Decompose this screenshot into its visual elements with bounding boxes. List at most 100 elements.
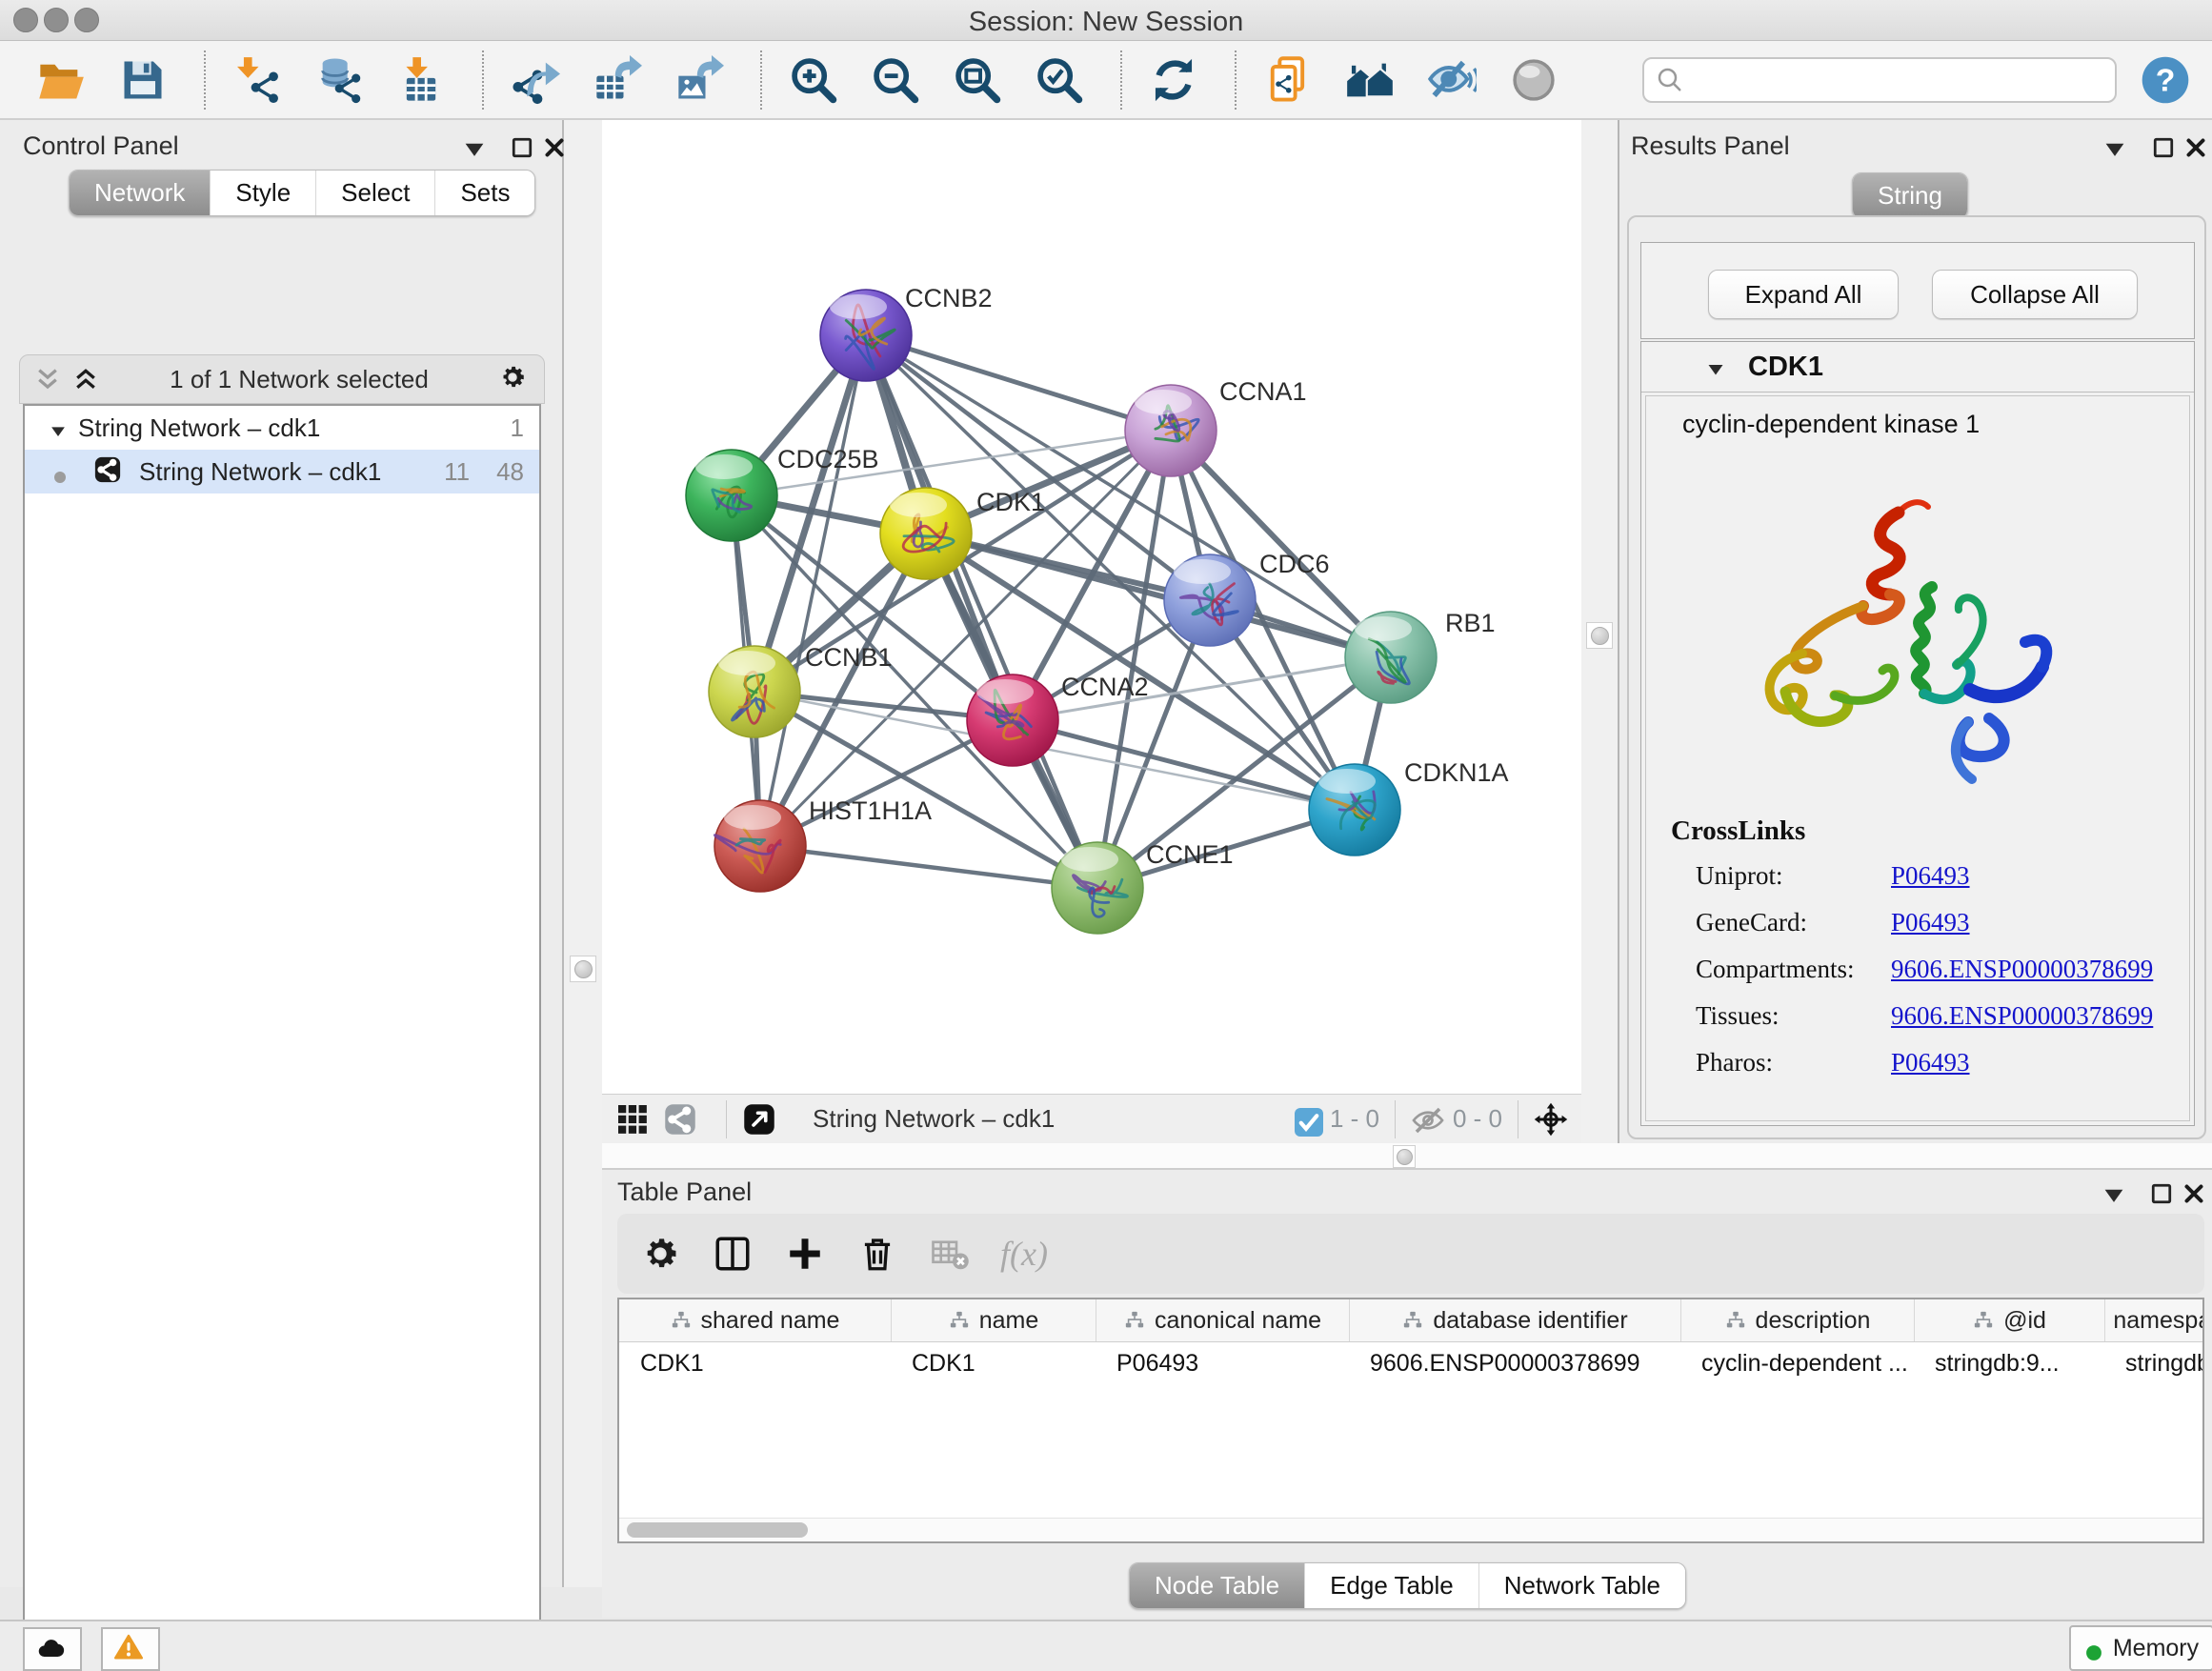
close-table-icon[interactable] bbox=[2180, 1179, 2208, 1208]
export-network-icon[interactable] bbox=[509, 53, 562, 107]
left-splitter-grip[interactable] bbox=[570, 956, 596, 982]
collapse-all-networks-icon[interactable] bbox=[33, 365, 62, 393]
tab-string[interactable]: String bbox=[1853, 173, 1967, 218]
network-node-CCNA1[interactable] bbox=[1125, 385, 1217, 476]
close-results-icon[interactable] bbox=[2182, 133, 2210, 162]
search-input[interactable] bbox=[1692, 64, 2103, 95]
float-table-icon[interactable] bbox=[2147, 1179, 2176, 1208]
node-details-header[interactable]: CDK1 bbox=[1641, 342, 2194, 393]
network-row-selected[interactable]: String Network – cdk1 11 48 bbox=[25, 450, 539, 493]
network-node-CDK1[interactable] bbox=[880, 488, 972, 579]
network-collection-row[interactable]: String Network – cdk1 1 bbox=[25, 406, 539, 450]
column-header-name[interactable]: name bbox=[891, 1299, 1096, 1341]
collapse-panel-icon[interactable] bbox=[460, 135, 489, 164]
left-splitter[interactable] bbox=[564, 120, 602, 1587]
table-cell[interactable]: stringdb:9... bbox=[1914, 1342, 2104, 1384]
table-horizontal-scrollbar[interactable] bbox=[619, 1518, 2202, 1541]
import-database-icon[interactable] bbox=[312, 53, 366, 107]
export-table-icon[interactable] bbox=[591, 53, 644, 107]
network-node-CDC6[interactable] bbox=[1164, 554, 1256, 646]
zoom-out-icon[interactable] bbox=[869, 53, 922, 107]
network-node-HIST1H1A[interactable] bbox=[714, 800, 806, 892]
node-details-collapse-icon[interactable] bbox=[1704, 355, 1727, 378]
column-header-@id[interactable]: @id bbox=[1914, 1299, 2104, 1341]
tab-network-table[interactable]: Network Table bbox=[1478, 1563, 1685, 1608]
save-icon[interactable] bbox=[116, 53, 170, 107]
expand-all-networks-icon[interactable] bbox=[71, 365, 100, 393]
string-view-icon[interactable] bbox=[663, 1102, 697, 1137]
crosslink-link[interactable]: 9606.ENSP00000378699 bbox=[1891, 1001, 2153, 1031]
crosslink-link[interactable]: P06493 bbox=[1891, 908, 1970, 937]
float-results-icon[interactable] bbox=[2149, 133, 2178, 162]
zoom-in-icon[interactable] bbox=[787, 53, 840, 107]
collapse-all-button[interactable]: Collapse All bbox=[1932, 270, 2138, 319]
tree-expand-icon[interactable] bbox=[48, 417, 69, 438]
show-details-icon[interactable] bbox=[1507, 53, 1560, 107]
tab-node-table[interactable]: Node Table bbox=[1130, 1563, 1304, 1608]
homes-icon[interactable] bbox=[1343, 53, 1397, 107]
network-node-CDC25B[interactable] bbox=[686, 450, 777, 541]
table-cell[interactable]: 9606.ENSP00000378699 bbox=[1349, 1342, 1680, 1384]
open-folder-icon[interactable] bbox=[34, 53, 88, 107]
expand-all-button[interactable]: Expand All bbox=[1708, 270, 1899, 319]
share-document-icon[interactable] bbox=[1261, 53, 1315, 107]
tab-edge-table[interactable]: Edge Table bbox=[1304, 1563, 1478, 1608]
search-box[interactable] bbox=[1642, 57, 2117, 103]
column-header-shared-name[interactable]: shared name bbox=[619, 1299, 891, 1341]
memory-button[interactable]: Memory bbox=[2069, 1625, 2212, 1671]
network-options-gear-icon[interactable] bbox=[498, 363, 531, 395]
add-column-icon[interactable] bbox=[783, 1232, 827, 1276]
fit-content-crosshair-icon[interactable] bbox=[1534, 1102, 1568, 1137]
collapse-table-icon[interactable] bbox=[2100, 1181, 2128, 1210]
network-node-CCNB1[interactable] bbox=[709, 646, 800, 737]
crosslink-link[interactable]: P06493 bbox=[1891, 861, 1970, 891]
import-network-icon[interactable] bbox=[231, 53, 284, 107]
refresh-icon[interactable] bbox=[1147, 53, 1200, 107]
network-node-CCNA2[interactable] bbox=[967, 674, 1058, 766]
horizontal-splitter[interactable] bbox=[602, 1143, 2212, 1170]
table-cell[interactable]: P06493 bbox=[1096, 1342, 1349, 1384]
hide-details-icon[interactable] bbox=[1425, 53, 1478, 107]
zoom-fit-icon[interactable] bbox=[951, 53, 1004, 107]
help-icon[interactable]: ? bbox=[2140, 54, 2191, 106]
float-panel-icon[interactable] bbox=[508, 133, 536, 162]
column-header-database-identifier[interactable]: database identifier bbox=[1349, 1299, 1680, 1341]
hidden-eye-slash-icon[interactable] bbox=[1411, 1103, 1443, 1136]
right-splitter-grip[interactable] bbox=[1586, 622, 1613, 649]
network-node-CCNB2[interactable] bbox=[820, 290, 912, 381]
show-columns-icon[interactable] bbox=[711, 1232, 754, 1276]
network-node-CCNE1[interactable] bbox=[1052, 842, 1143, 934]
tab-select[interactable]: Select bbox=[315, 171, 434, 215]
table-cell[interactable]: CDK1 bbox=[891, 1342, 1096, 1384]
cloud-button[interactable] bbox=[23, 1627, 82, 1671]
tab-sets[interactable]: Sets bbox=[434, 171, 534, 215]
network-edge[interactable] bbox=[866, 335, 1171, 431]
crosslink-link[interactable]: 9606.ENSP00000378699 bbox=[1891, 955, 2153, 984]
collapse-results-icon[interactable] bbox=[2101, 135, 2129, 164]
network-node-CDKN1A[interactable] bbox=[1309, 764, 1400, 856]
export-image-icon[interactable] bbox=[673, 53, 726, 107]
network-edge[interactable] bbox=[760, 846, 1097, 888]
zoom-selected-icon[interactable] bbox=[1033, 53, 1086, 107]
scrollbar-thumb[interactable] bbox=[627, 1522, 808, 1538]
warnings-button[interactable] bbox=[101, 1627, 160, 1671]
column-header-canonical-name[interactable]: canonical name bbox=[1096, 1299, 1349, 1341]
tab-network[interactable]: Network bbox=[70, 171, 210, 215]
delete-column-icon[interactable] bbox=[855, 1232, 899, 1276]
column-header-namespace[interactable]: namespace bbox=[2104, 1299, 2204, 1341]
import-table-icon[interactable] bbox=[394, 53, 448, 107]
right-splitter[interactable] bbox=[1581, 120, 1619, 1143]
tab-style[interactable]: Style bbox=[210, 171, 315, 215]
detach-view-icon[interactable] bbox=[742, 1102, 776, 1137]
table-cell[interactable]: cyclin-dependent ... bbox=[1680, 1342, 1914, 1384]
selected-checkbox-icon[interactable] bbox=[1292, 1105, 1320, 1134]
table-cell[interactable]: CDK1 bbox=[619, 1342, 891, 1384]
table-cell[interactable]: stringdb bbox=[2104, 1342, 2204, 1384]
birdseye-grid-icon[interactable] bbox=[615, 1102, 650, 1137]
table-row[interactable]: CDK1CDK1P064939606.ENSP00000378699cyclin… bbox=[619, 1342, 2202, 1384]
horizontal-splitter-grip[interactable] bbox=[1393, 1145, 1416, 1168]
network-edge[interactable] bbox=[760, 431, 1171, 846]
network-canvas[interactable]: CCNB2CCNA1CDC25BCDK1CDC6RB1CCNB1CCNA2CDK… bbox=[602, 120, 1581, 1094]
network-node-RB1[interactable] bbox=[1345, 612, 1437, 703]
table-options-gear-icon[interactable] bbox=[638, 1232, 682, 1276]
